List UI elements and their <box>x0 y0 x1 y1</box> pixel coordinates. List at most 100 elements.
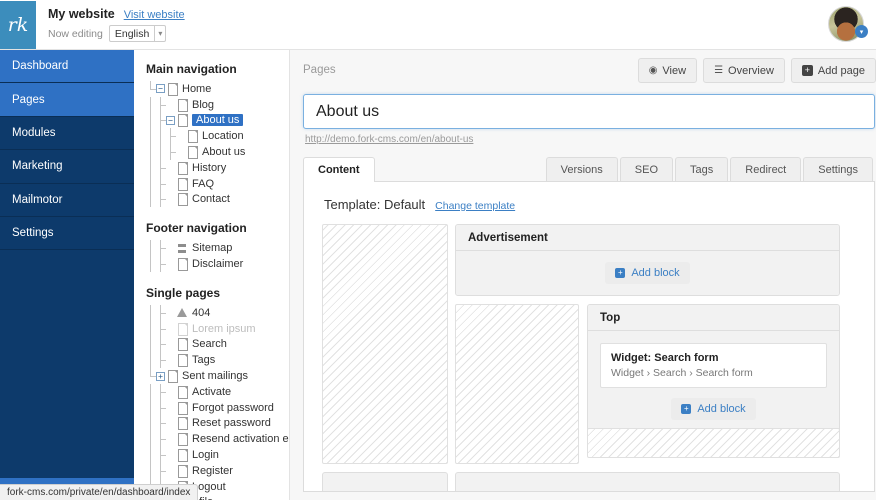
content-header: Pages ◉ View ☰ Overview + Add page <box>290 50 876 90</box>
page-icon <box>177 338 188 352</box>
tree-node-label[interactable]: Forgot password <box>192 402 274 414</box>
tree-node-label[interactable]: Activate <box>192 386 231 398</box>
sidebar-item-label: Settings <box>12 227 54 240</box>
tree-node[interactable]: Contact <box>146 191 289 208</box>
tree-node[interactable]: FAQ <box>146 175 289 192</box>
tree-node-label[interactable]: Disclaimer <box>192 258 243 270</box>
change-template-link[interactable]: Change template <box>435 200 515 212</box>
page-icon <box>177 177 188 191</box>
sidebar-item-marketing[interactable]: Marketing <box>0 150 134 184</box>
expand-node-icon[interactable]: + <box>156 371 165 381</box>
tree-node-label[interactable]: Sent mailings <box>182 370 248 382</box>
language-row: Now editing English ▾ <box>48 25 185 42</box>
tree-node-label[interactable]: Lorem ipsum <box>192 323 256 335</box>
tree-node-label[interactable]: About us <box>202 146 245 158</box>
content-area: Pages ◉ View ☰ Overview + Add page About us h… <box>289 50 876 500</box>
tree-node-label[interactable]: FAQ <box>192 178 214 190</box>
tree-node-label[interactable]: Register <box>192 465 233 477</box>
tree-node[interactable]: Register <box>146 462 289 479</box>
tree-node-label[interactable]: Blog <box>192 99 214 111</box>
placeholder-region-middle <box>455 304 579 464</box>
main-navigation-tree: − Home Blog − About us Location About us Histor… <box>146 81 289 208</box>
page-url-link[interactable]: http://demo.fork-cms.com/en/about-us <box>305 134 876 145</box>
tree-node[interactable]: Disclaimer <box>146 256 289 272</box>
tree-node[interactable]: Forgot password <box>146 399 289 416</box>
tree-node[interactable]: Blog <box>146 96 289 113</box>
tree-node[interactable]: Sitemap <box>146 240 289 256</box>
tree-branch-line <box>156 96 166 113</box>
user-menu[interactable]: ▾ <box>828 6 868 44</box>
tree-node-label[interactable]: Tags <box>192 354 215 366</box>
page-title-input[interactable]: About us <box>303 94 875 129</box>
tree-node[interactable]: History <box>146 159 289 176</box>
tree-node[interactable]: Login <box>146 447 289 463</box>
sidebar-item-modules[interactable]: Modules <box>0 117 134 151</box>
view-button[interactable]: ◉ View <box>637 58 698 83</box>
tree-node[interactable]: Lorem ipsum <box>146 320 289 337</box>
tab-settings[interactable]: Settings <box>803 157 873 181</box>
site-meta: My website Visit website Now editing Eng… <box>48 7 185 42</box>
tree-branch-line <box>156 431 166 447</box>
collapse-node-icon[interactable]: − <box>156 84 165 94</box>
tree-node-label[interactable]: Search <box>192 338 227 350</box>
tree-node-label[interactable]: Contact <box>192 193 230 205</box>
tree-node[interactable]: Reset password <box>146 415 289 432</box>
tree-node[interactable]: About us <box>146 144 289 160</box>
fork-cms-logo[interactable]: rk <box>0 0 36 49</box>
tree-node-label[interactable]: 404 <box>192 307 210 319</box>
page-icon <box>177 114 188 128</box>
tree-node-label[interactable]: History <box>192 162 226 174</box>
tree-node[interactable]: Search <box>146 336 289 353</box>
tree-node[interactable]: − About us <box>146 112 289 129</box>
single-pages-title: Single pages <box>146 285 221 300</box>
tree-node[interactable]: − Home <box>146 81 289 97</box>
tree-node[interactable]: Location <box>146 128 289 144</box>
tree-node-label[interactable]: About us <box>192 114 244 127</box>
widget-card[interactable]: Widget: Search form Widget › Search › Se… <box>600 343 827 388</box>
visit-website-link[interactable]: Visit website <box>124 9 185 21</box>
overview-button[interactable]: ☰ Overview <box>703 58 785 83</box>
tab-label: Tags <box>690 163 714 176</box>
sidebar-item-mailmotor[interactable]: Mailmotor <box>0 184 134 217</box>
tree-node-label[interactable]: Sitemap <box>192 242 232 254</box>
tab-tags[interactable]: Tags <box>675 157 729 181</box>
sidebar-item-pages[interactable]: Pages <box>0 83 134 117</box>
tree-node[interactable]: Resend activation e-mail <box>146 431 289 447</box>
content-tabs: Content Versions SEO Tags Redirect Settings <box>303 157 875 182</box>
tab-content[interactable]: Content <box>303 157 375 182</box>
tree-node-label[interactable]: Login <box>192 449 219 461</box>
language-select[interactable]: English ▾ <box>108 25 167 42</box>
block-title: Top <box>588 305 839 331</box>
add-block-button[interactable]: + Add block <box>605 262 690 284</box>
sidebar-item-label: Pages <box>12 93 45 106</box>
tree-indent <box>146 159 156 176</box>
tree-node[interactable]: + Sent mailings <box>146 368 289 384</box>
tree-node-label[interactable]: Home <box>182 83 211 95</box>
page-icon <box>187 146 198 160</box>
sidebar-item-dashboard[interactable]: Dashboard <box>0 50 134 84</box>
tab-seo[interactable]: SEO <box>619 157 674 181</box>
tree-node[interactable]: Activate <box>146 383 289 400</box>
tree-node[interactable]: Tags <box>146 352 289 368</box>
tree-branch-line <box>146 368 156 384</box>
tree-node-label[interactable]: Location <box>202 130 244 142</box>
tab-redirect[interactable]: Redirect <box>730 157 802 181</box>
tab-versions[interactable]: Versions <box>545 157 618 181</box>
sidebar-item-label: Marketing <box>12 160 63 173</box>
tree-node[interactable]: 404 <box>146 304 289 321</box>
add-block-button[interactable]: + Add block <box>671 398 756 420</box>
now-editing-label: Now editing <box>48 27 103 40</box>
plus-icon: + <box>681 404 692 414</box>
tree-node-label[interactable]: Reset password <box>192 417 271 429</box>
tree-node-label[interactable]: Resend activation e-mail <box>192 433 289 445</box>
breadcrumb: Pages <box>303 64 336 76</box>
page-icon <box>177 258 188 272</box>
sidebar-item-settings[interactable]: Settings <box>0 217 134 251</box>
tree-indent <box>146 256 156 272</box>
tree-branch-line <box>156 112 166 129</box>
tab-label: Settings <box>818 163 858 176</box>
tree-indent <box>146 352 156 368</box>
collapse-node-icon[interactable]: − <box>166 115 175 125</box>
tree-indent <box>156 128 166 144</box>
add-page-button[interactable]: + Add page <box>790 58 876 83</box>
